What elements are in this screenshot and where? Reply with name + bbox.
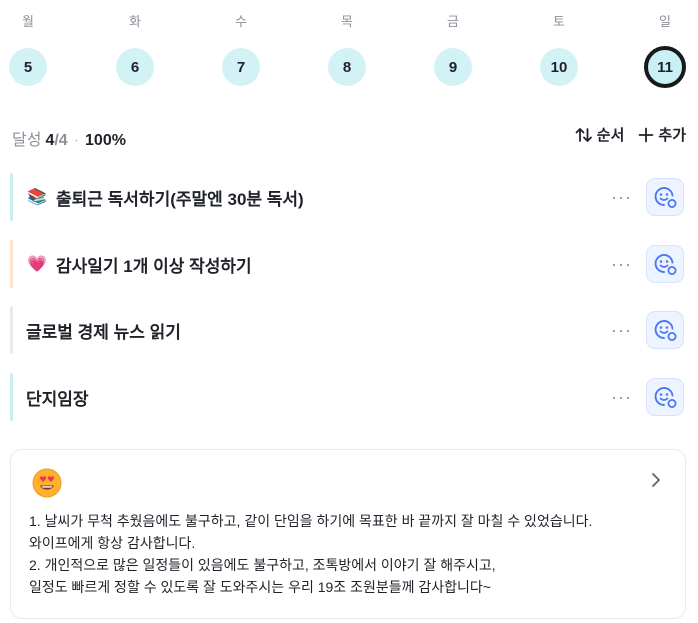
note-line: 일정도 빠르게 정할 수 있도록 잘 도와주시는 우리 19조 조원분들께 감사… — [29, 579, 491, 595]
day-label: 토 — [553, 14, 565, 29]
day-fri[interactable]: 금 9 — [433, 12, 473, 86]
sort-icon — [575, 127, 593, 143]
gratitude-note-card[interactable]: 1. 날씨가 무척 추웠음에도 불구하고, 같이 단임을 하기에 목표한 바 끝… — [10, 449, 686, 619]
note-line: 1. 날씨가 무척 추웠음에도 불구하고, 같이 단임을 하기에 목표한 바 끝… — [29, 513, 593, 529]
smiley-add-icon — [654, 187, 677, 208]
habit-title-wrap: 글로벌 경제 뉴스 읽기 — [26, 318, 181, 343]
day-number[interactable]: 5 — [9, 48, 47, 86]
heart-eyes-emoji-icon — [31, 466, 63, 498]
week-strip: 월 5 화 6 수 7 목 8 금 9 토 10 일 11 — [0, 0, 698, 100]
day-label: 화 — [129, 14, 141, 29]
habit-color-bar — [10, 373, 13, 421]
day-number[interactable]: 6 — [116, 48, 154, 86]
summary-percent: 100% — [85, 132, 126, 149]
sort-button[interactable]: 순서 — [575, 124, 625, 145]
smiley-add-icon — [654, 254, 677, 275]
smiley-add-icon — [654, 320, 677, 341]
habit-title: 감사일기 1개 이상 작성하기 — [56, 256, 252, 276]
check-in-button[interactable] — [646, 311, 684, 349]
heart-icon: 💗 — [27, 256, 47, 273]
check-in-button[interactable] — [646, 178, 684, 216]
day-label: 일 — [659, 14, 671, 29]
day-mon[interactable]: 월 5 — [8, 12, 48, 86]
summary-total: /4 — [54, 132, 68, 149]
day-thu[interactable]: 목 8 — [327, 12, 367, 86]
sort-label: 순서 — [596, 127, 625, 144]
habit-item[interactable]: 글로벌 경제 뉴스 읽기 ··· — [10, 306, 686, 354]
day-sun[interactable]: 일 11 — [644, 12, 686, 88]
chevron-right-icon[interactable] — [651, 472, 661, 493]
add-label: 추가 — [658, 127, 686, 144]
day-sat[interactable]: 토 10 — [539, 12, 579, 86]
note-text: 1. 날씨가 무척 추웠음에도 불구하고, 같이 단임을 하기에 목표한 바 끝… — [29, 510, 669, 598]
habit-title-wrap: 💗 감사일기 1개 이상 작성하기 — [26, 252, 252, 277]
smiley-add-icon — [654, 387, 677, 408]
plus-icon — [638, 127, 654, 143]
day-number[interactable]: 10 — [540, 48, 578, 86]
note-line: 2. 개인적으로 많은 일정들이 있음에도 불구하고, 조톡방에서 이야기 잘 … — [29, 557, 496, 573]
habit-item[interactable]: 📚 출퇴근 독서하기(주말엔 30분 독서) ··· — [10, 173, 686, 221]
habit-title-wrap: 단지임장 — [26, 385, 89, 410]
day-label: 월 — [22, 14, 34, 29]
summary-count: 4/4 — [45, 132, 67, 150]
list-actions: 순서 추가 — [575, 124, 686, 145]
habit-item[interactable]: 💗 감사일기 1개 이상 작성하기 ··· — [10, 240, 686, 288]
more-options-icon[interactable]: ··· — [611, 187, 632, 208]
day-label: 수 — [235, 14, 247, 29]
habit-title: 출퇴근 독서하기(주말엔 30분 독서) — [56, 189, 304, 209]
check-in-button[interactable] — [646, 245, 684, 283]
habit-title: 글로벌 경제 뉴스 읽기 — [26, 322, 181, 342]
day-number[interactable]: 7 — [222, 48, 260, 86]
habit-color-bar — [10, 240, 13, 288]
check-in-button[interactable] — [646, 378, 684, 416]
day-tue[interactable]: 화 6 — [115, 12, 155, 86]
summary-label: 달성 — [12, 132, 42, 149]
habit-item[interactable]: 단지임장 ··· — [10, 373, 686, 421]
day-label: 금 — [447, 14, 459, 29]
summary-separator: · — [73, 132, 80, 149]
day-wed[interactable]: 수 7 — [221, 12, 261, 86]
more-options-icon[interactable]: ··· — [611, 320, 632, 341]
habit-title-wrap: 📚 출퇴근 독서하기(주말엔 30분 독서) — [26, 185, 304, 210]
habit-title: 단지임장 — [26, 389, 89, 409]
achievement-summary: 달성 4/4 · 100% — [12, 126, 126, 150]
day-number[interactable]: 9 — [434, 48, 472, 86]
day-number-selected[interactable]: 11 — [644, 46, 686, 88]
habit-color-bar — [10, 173, 13, 221]
more-options-icon[interactable]: ··· — [611, 387, 632, 408]
day-label: 목 — [341, 14, 353, 29]
day-number[interactable]: 8 — [328, 48, 366, 86]
note-line: 와이프에게 항상 감사합니다. — [29, 535, 196, 551]
books-icon: 📚 — [27, 189, 47, 206]
add-button[interactable]: 추가 — [638, 124, 686, 145]
more-options-icon[interactable]: ··· — [611, 254, 632, 275]
habit-color-bar — [10, 306, 13, 354]
